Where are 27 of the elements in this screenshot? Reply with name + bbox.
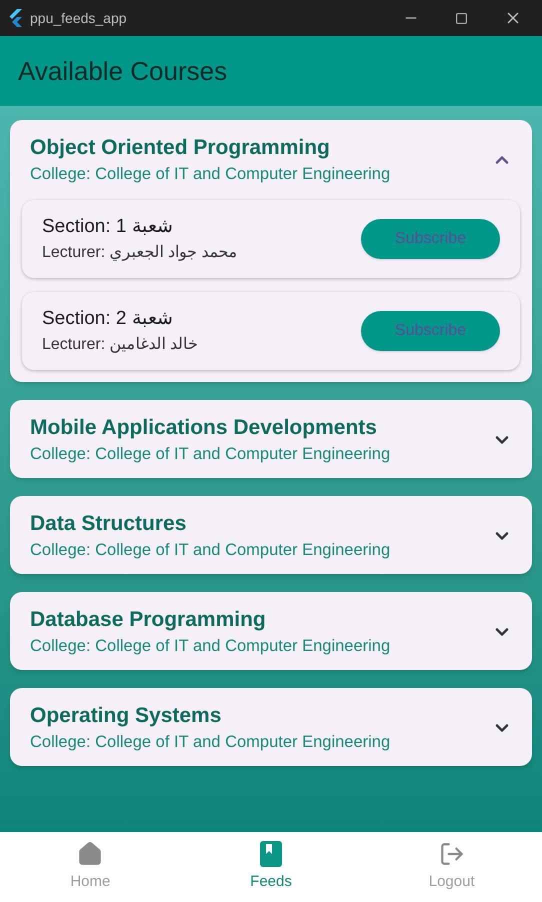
app-bar-title: Available Courses	[18, 54, 228, 88]
section-text: Section: 2 شعبة	[42, 306, 174, 331]
app-logo-icon	[8, 9, 22, 27]
course-header[interactable]: Mobile Applications Developments College: College of IT and Computer Engineering	[10, 400, 532, 466]
lecturer-text: Lecturer: خالد الدغامين	[42, 335, 200, 356]
home-icon	[77, 840, 104, 867]
course-title: Database Programming	[30, 607, 267, 633]
book-icon	[260, 840, 282, 867]
course-header[interactable]: Data Structures College: College of IT and Computer Engineering	[10, 496, 532, 562]
course-header[interactable]: Database Programming College: College of IT and Computer Engineering	[10, 592, 532, 658]
logout-icon	[438, 840, 465, 867]
college-text: College: College of IT and Computer Engineering	[30, 540, 392, 561]
course-title: Operating Systems	[30, 703, 222, 729]
college-text: College: College of IT and Computer Engineering	[30, 636, 392, 657]
course-title: Mobile Applications Developments	[30, 415, 378, 441]
course-title: Object Oriented Programming	[30, 135, 331, 161]
course-header[interactable]: Object Oriented Programming College: College of IT and Computer Engineering	[10, 120, 532, 186]
section-text: Section: 1 شعبة	[42, 214, 174, 239]
course-title: Data Structures	[30, 511, 188, 537]
course-header[interactable]: Operating Systems College: College of IT and Computer Engineering	[10, 688, 532, 754]
lecturer-text: Lecturer: محمد جواد الجعبري	[42, 243, 238, 264]
nav-item[interactable]: Feeds	[180, 832, 362, 902]
college-text: College: College of IT and Computer Engineering	[30, 444, 392, 465]
window-title: ppu_feeds_app	[30, 9, 127, 28]
college-text: College: College of IT and Computer Engineering	[30, 164, 392, 185]
college-text: College: College of IT and Computer Engineering	[30, 732, 392, 753]
maximize-icon[interactable]	[455, 12, 468, 24]
